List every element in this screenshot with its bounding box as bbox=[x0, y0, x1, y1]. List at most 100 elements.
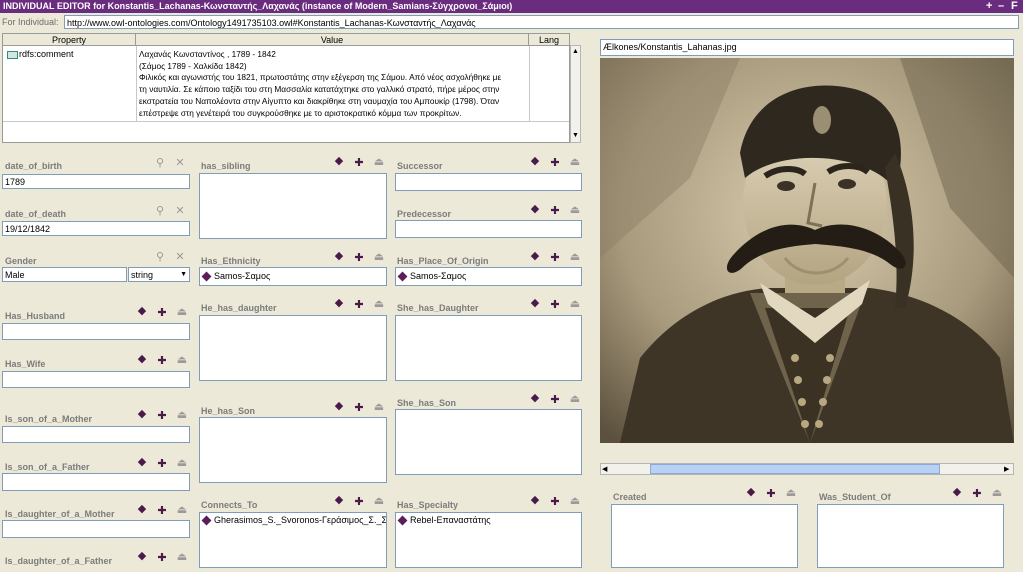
value-column-header[interactable]: Value bbox=[136, 34, 529, 46]
maximize-icon[interactable]: + bbox=[986, 0, 992, 12]
list-item[interactable]: Samos-Σαμος bbox=[214, 271, 270, 281]
created-list[interactable] bbox=[611, 504, 798, 568]
remove-instance-icon[interactable]: ⏏ bbox=[176, 409, 188, 421]
has-specialty-list[interactable]: Rebel-Επαναστάτης bbox=[395, 512, 582, 568]
property-column-header[interactable]: Property bbox=[3, 34, 136, 46]
view-instance-icon[interactable]: ◆ bbox=[529, 250, 541, 262]
is-son-of-a-mother-field[interactable] bbox=[2, 426, 190, 443]
view-instance-icon[interactable]: ◆ bbox=[136, 456, 148, 468]
remove-instance-icon[interactable]: ⏏ bbox=[569, 156, 581, 168]
has-sibling-list[interactable] bbox=[199, 173, 387, 239]
remove-instance-icon[interactable]: ⏏ bbox=[569, 251, 581, 263]
add-instance-icon[interactable]: ✚ bbox=[353, 496, 365, 508]
image-filename-field[interactable]: Ælkones/Konstantis_Lahanas.jpg bbox=[600, 39, 1014, 56]
add-instance-icon[interactable]: ✚ bbox=[156, 307, 168, 319]
add-instance-icon[interactable]: ✚ bbox=[353, 402, 365, 414]
view-instance-icon[interactable]: ◆ bbox=[529, 203, 541, 215]
remove-instance-icon[interactable]: ⏏ bbox=[176, 457, 188, 469]
add-instance-icon[interactable]: ✚ bbox=[549, 496, 561, 508]
date-of-birth-field[interactable]: 1789 bbox=[2, 174, 190, 189]
add-instance-icon[interactable]: ✚ bbox=[156, 355, 168, 367]
list-item[interactable]: Rebel-Επαναστάτης bbox=[410, 515, 491, 525]
scroll-left-icon[interactable]: ◀ bbox=[602, 465, 607, 474]
add-instance-icon[interactable]: ✚ bbox=[765, 488, 777, 500]
individual-uri-field[interactable]: http://www.owl-ontologies.com/Ontology14… bbox=[64, 15, 1019, 29]
view-instance-icon[interactable]: ◆ bbox=[333, 250, 345, 262]
remove-instance-icon[interactable]: ⏏ bbox=[176, 354, 188, 366]
delete-icon[interactable]: ✕ bbox=[174, 205, 186, 217]
remove-instance-icon[interactable]: ⏏ bbox=[569, 204, 581, 216]
add-instance-icon[interactable]: ✚ bbox=[353, 299, 365, 311]
list-item[interactable]: Gherasimos_S._Svoronos-Γεράσιμος_Σ._Σβο bbox=[214, 515, 386, 525]
he-has-son-list[interactable] bbox=[199, 417, 387, 483]
was-student-of-list[interactable] bbox=[817, 504, 1004, 568]
view-instance-icon[interactable]: ◆ bbox=[529, 494, 541, 506]
minimize-icon[interactable]: – bbox=[998, 0, 1004, 12]
remove-instance-icon[interactable]: ⏏ bbox=[569, 393, 581, 405]
view-instance-icon[interactable]: ◆ bbox=[745, 486, 757, 498]
remove-instance-icon[interactable]: ⏏ bbox=[373, 156, 385, 168]
add-instance-icon[interactable]: ✚ bbox=[156, 505, 168, 517]
has-ethnicity-list[interactable]: Samos-Σαμος bbox=[199, 267, 387, 286]
search-icon[interactable]: ⚲ bbox=[154, 251, 166, 263]
add-instance-icon[interactable]: ✚ bbox=[156, 552, 168, 564]
she-has-daughter-list[interactable] bbox=[395, 315, 582, 381]
view-instance-icon[interactable]: ◆ bbox=[951, 486, 963, 498]
view-instance-icon[interactable]: ◆ bbox=[333, 400, 345, 412]
add-instance-icon[interactable]: ✚ bbox=[971, 488, 983, 500]
remove-instance-icon[interactable]: ⏏ bbox=[176, 504, 188, 516]
view-instance-icon[interactable]: ◆ bbox=[136, 353, 148, 365]
he-has-daughter-list[interactable] bbox=[199, 315, 387, 381]
add-instance-icon[interactable]: ✚ bbox=[156, 458, 168, 470]
float-icon[interactable]: F bbox=[1011, 0, 1018, 12]
remove-instance-icon[interactable]: ⏏ bbox=[373, 251, 385, 263]
view-instance-icon[interactable]: ◆ bbox=[136, 408, 148, 420]
add-instance-icon[interactable]: ✚ bbox=[549, 394, 561, 406]
list-item[interactable]: Samos-Σαμος bbox=[410, 271, 466, 281]
she-has-son-list[interactable] bbox=[395, 409, 582, 475]
gender-type-select[interactable]: string ▼ bbox=[128, 267, 190, 282]
add-instance-icon[interactable]: ✚ bbox=[549, 299, 561, 311]
table-row[interactable]: rdfs:comment Λαχανάς Κωνσταντίνος , 1789… bbox=[3, 46, 569, 121]
remove-instance-icon[interactable]: ⏏ bbox=[569, 298, 581, 310]
add-instance-icon[interactable]: ✚ bbox=[353, 157, 365, 169]
scroll-up-icon[interactable]: ▲ bbox=[572, 48, 579, 55]
remove-instance-icon[interactable]: ⏏ bbox=[569, 495, 581, 507]
is-son-of-a-father-field[interactable] bbox=[2, 473, 190, 491]
delete-icon[interactable]: ✕ bbox=[174, 157, 186, 169]
scroll-right-icon[interactable]: ▶ bbox=[1004, 465, 1009, 474]
delete-icon[interactable]: ✕ bbox=[174, 251, 186, 263]
add-instance-icon[interactable]: ✚ bbox=[549, 157, 561, 169]
remove-instance-icon[interactable]: ⏏ bbox=[373, 401, 385, 413]
date-of-death-field[interactable]: 19/12/1842 bbox=[2, 221, 190, 236]
scroll-down-icon[interactable]: ▼ bbox=[572, 132, 579, 139]
view-instance-icon[interactable]: ◆ bbox=[136, 550, 148, 562]
search-icon[interactable]: ⚲ bbox=[154, 205, 166, 217]
view-instance-icon[interactable]: ◆ bbox=[333, 155, 345, 167]
view-instance-icon[interactable]: ◆ bbox=[529, 155, 541, 167]
remove-instance-icon[interactable]: ⏏ bbox=[991, 487, 1003, 499]
add-instance-icon[interactable]: ✚ bbox=[549, 205, 561, 217]
table-vertical-scrollbar[interactable]: ▲ ▼ bbox=[570, 45, 581, 143]
scrollbar-thumb[interactable] bbox=[650, 464, 940, 474]
successor-field[interactable] bbox=[395, 173, 582, 191]
view-instance-icon[interactable]: ◆ bbox=[333, 297, 345, 309]
add-instance-icon[interactable]: ✚ bbox=[549, 252, 561, 264]
view-instance-icon[interactable]: ◆ bbox=[529, 297, 541, 309]
view-instance-icon[interactable]: ◆ bbox=[136, 305, 148, 317]
remove-instance-icon[interactable]: ⏏ bbox=[373, 298, 385, 310]
view-instance-icon[interactable]: ◆ bbox=[333, 494, 345, 506]
view-instance-icon[interactable]: ◆ bbox=[529, 392, 541, 404]
is-daughter-of-a-mother-field[interactable] bbox=[2, 520, 190, 538]
gender-field[interactable]: Male bbox=[2, 267, 127, 282]
predecessor-field[interactable] bbox=[395, 220, 582, 238]
add-instance-icon[interactable]: ✚ bbox=[156, 410, 168, 422]
remove-instance-icon[interactable]: ⏏ bbox=[176, 551, 188, 563]
has-place-of-origin-list[interactable]: Samos-Σαμος bbox=[395, 267, 582, 286]
chevron-down-icon[interactable]: ▼ bbox=[180, 268, 187, 281]
search-icon[interactable]: ⚲ bbox=[154, 157, 166, 169]
connects-to-list[interactable]: Gherasimos_S._Svoronos-Γεράσιμος_Σ._Σβο bbox=[199, 512, 387, 568]
has-wife-field[interactable] bbox=[2, 371, 190, 388]
remove-instance-icon[interactable]: ⏏ bbox=[785, 487, 797, 499]
view-instance-icon[interactable]: ◆ bbox=[136, 503, 148, 515]
